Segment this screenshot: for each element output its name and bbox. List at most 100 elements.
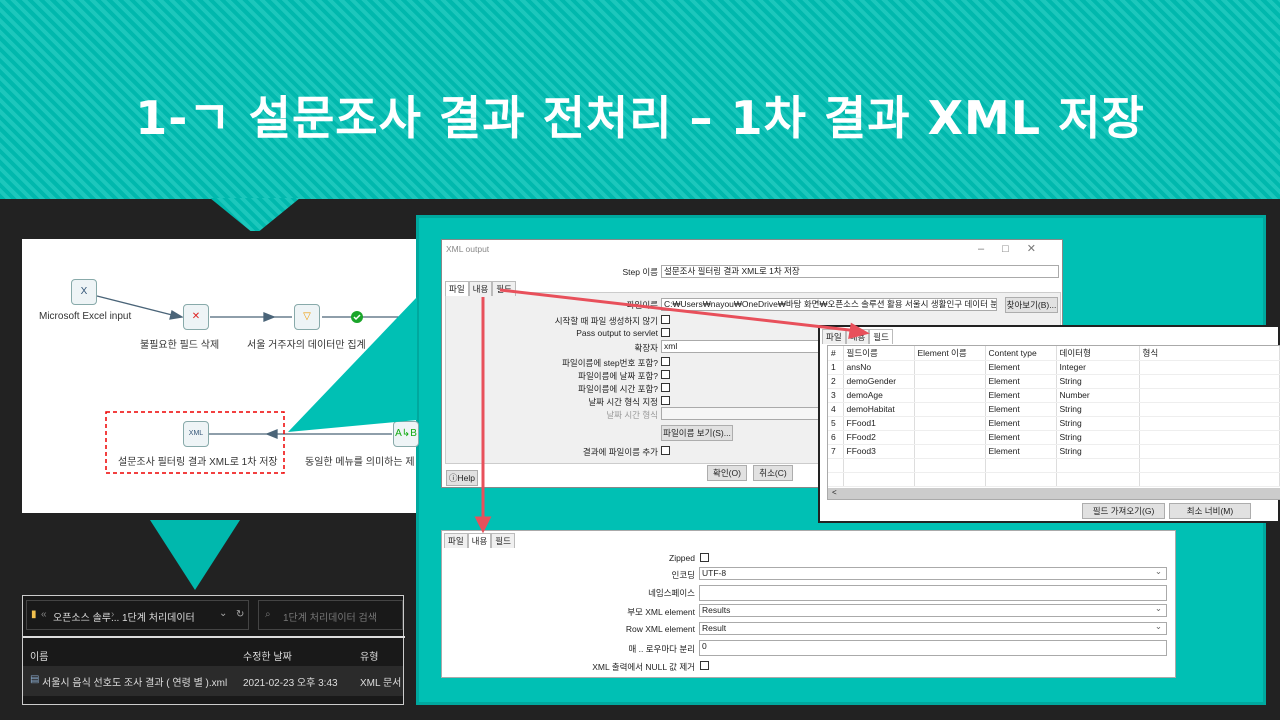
table-cell[interactable] [914,360,986,375]
tab-content[interactable]: 내용 [845,329,870,344]
row-element-select[interactable]: Result [699,622,1167,635]
remove-null-checkbox[interactable] [700,661,709,670]
horizontal-scrollbar[interactable]: < [828,488,1280,499]
table-cell[interactable]: String [1056,444,1140,459]
table-cell[interactable]: 7 [828,444,844,459]
table-cell[interactable]: 4 [828,402,844,417]
refresh-icon[interactable]: ↻ [236,609,244,620]
table-row[interactable]: 2 demoGender Element String [828,374,1280,389]
get-fields-button[interactable]: 필드 가져오기(G) [1082,503,1165,519]
table-cell[interactable]: String [1056,430,1140,445]
datefmt-checkbox[interactable] [661,396,670,405]
breadcrumb-item[interactable]: 오픈소스 솔루... [53,609,119,624]
encoding-select[interactable]: UTF-8 [699,567,1167,580]
namespace-input[interactable] [699,585,1167,601]
table-cell[interactable]: Integer [1056,360,1140,375]
parent-element-select[interactable]: Results [699,604,1167,617]
table-cell[interactable]: Element [985,444,1057,459]
value-mapper-icon[interactable]: A↳B [393,421,419,447]
filter-icon[interactable]: ▽ [294,304,320,330]
table-cell[interactable]: Element [985,402,1057,417]
col-header[interactable]: Element 이름 [914,346,986,361]
add-result-checkbox[interactable] [661,446,670,455]
table-cell[interactable]: FFood2 [843,430,915,445]
tab-fields[interactable]: 필드 [492,281,516,296]
window-controls[interactable]: –□✕ [978,242,1054,255]
table-cell[interactable]: 1 [828,360,844,375]
xml-output-icon[interactable]: XML [183,421,209,447]
excel-input-icon[interactable]: X [71,279,97,305]
table-row[interactable]: 7 FFood3 Element String [828,444,1280,459]
extension-input[interactable]: xml [661,340,821,353]
table-cell[interactable] [1139,402,1280,417]
table-cell[interactable] [1139,374,1280,389]
stepnr-checkbox[interactable] [661,357,670,366]
table-cell[interactable]: Element [985,388,1057,403]
table-row[interactable]: 6 FFood2 Element String [828,430,1280,445]
step-name-input[interactable]: 설문조사 필터링 결과 XML로 1차 저장 [661,265,1059,278]
table-cell[interactable]: Element [985,374,1057,389]
tab-file[interactable]: 파일 [822,329,846,344]
servlet-checkbox[interactable] [661,328,670,337]
table-cell[interactable] [914,416,986,431]
table-cell[interactable]: 6 [828,430,844,445]
address-bar[interactable]: ▮ « 오픈소스 솔루... › 1단계 처리데이터 ⌄ ↻ [26,600,249,630]
help-button[interactable]: ⓘHelp [446,470,478,486]
table-cell[interactable] [1139,388,1280,403]
tab-content[interactable]: 내용 [468,281,493,296]
filename-input[interactable]: C:₩Users₩nayou₩OneDrive₩바탕 화면₩오픈소스 솔루션 활… [661,298,997,311]
tab-content[interactable]: 내용 [467,533,492,548]
col-header[interactable]: 형식 [1139,346,1280,361]
show-filename-button[interactable]: 파일이름 보기(S)... [661,425,733,441]
table-cell[interactable] [1139,444,1280,459]
table-cell[interactable]: ansNo [843,360,915,375]
table-cell[interactable] [1139,416,1280,431]
cancel-button[interactable]: 취소(C) [753,465,793,481]
table-cell[interactable] [914,402,986,417]
table-cell[interactable]: 5 [828,416,844,431]
chevron-down-icon[interactable]: ⌄ [219,608,227,619]
search-box[interactable]: ⌕ 1단계 처리데이터 검색 [258,600,403,630]
table-row[interactable]: 1 ansNo Element Integer [828,360,1280,375]
min-width-button[interactable]: 최소 너비(M) [1169,503,1251,519]
table-cell[interactable]: FFood3 [843,444,915,459]
table-cell[interactable]: demoGender [843,374,915,389]
tab-file[interactable]: 파일 [445,281,469,296]
table-cell[interactable]: demoHabitat [843,402,915,417]
col-header[interactable]: 데이터형 [1056,346,1140,361]
date-checkbox[interactable] [661,370,670,379]
table-cell[interactable]: Element [985,430,1057,445]
table-cell[interactable] [914,388,986,403]
datefmt-input[interactable] [661,407,821,420]
tab-fields[interactable]: 필드 [491,533,515,548]
remove-fields-icon[interactable]: ✕ [183,304,209,330]
col-header[interactable]: 필드이름 [843,346,915,361]
split-input[interactable]: 0 [699,640,1167,656]
table-cell[interactable]: Number [1056,388,1140,403]
browse-button[interactable]: 찾아보기(B)... [1005,297,1058,313]
table-cell[interactable] [914,444,986,459]
table-row[interactable]: 3 demoAge Element Number [828,388,1280,403]
table-cell[interactable]: String [1056,402,1140,417]
time-checkbox[interactable] [661,383,670,392]
ok-button[interactable]: 확인(O) [707,465,747,481]
col-header[interactable]: Content type [985,346,1057,361]
zipped-checkbox[interactable] [700,553,709,562]
table-cell[interactable]: demoAge [843,388,915,403]
table-cell[interactable]: 3 [828,388,844,403]
table-cell[interactable]: FFood1 [843,416,915,431]
tab-file[interactable]: 파일 [444,533,468,548]
table-cell[interactable]: 2 [828,374,844,389]
table-cell[interactable]: Element [985,360,1057,375]
table-row[interactable]: 4 demoHabitat Element String [828,402,1280,417]
no-create-checkbox[interactable] [661,315,670,324]
table-cell[interactable]: String [1056,374,1140,389]
table-row[interactable]: 5 FFood1 Element String [828,416,1280,431]
col-header-name[interactable]: 이름 [30,648,48,663]
table-cell[interactable] [914,430,986,445]
table-cell[interactable] [1139,360,1280,375]
file-row[interactable]: ▤ 서울시 음식 선호도 조사 결과 ( 연령 별 ).xml 2021-02-… [23,666,403,696]
breadcrumb-item[interactable]: 1단계 처리데이터 [122,609,195,624]
tab-fields[interactable]: 필드 [869,329,893,344]
table-cell[interactable]: Element [985,416,1057,431]
